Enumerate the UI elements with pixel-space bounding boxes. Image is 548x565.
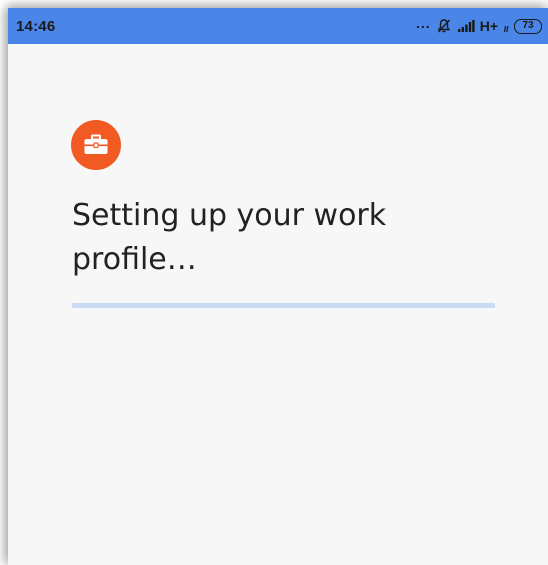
data-activity-icon: [503, 19, 509, 33]
phone-screen: 14:46 ... H+ 73 Setting up your work pro…: [8, 8, 548, 565]
briefcase-icon: [71, 120, 121, 170]
status-bar: 14:46 ... H+ 73: [8, 8, 548, 44]
setup-screen: Setting up your work profile…: [8, 44, 548, 565]
battery-icon: 73: [514, 18, 542, 34]
signal-icon: [457, 19, 475, 33]
notifications-off-icon: [436, 18, 452, 34]
network-type: H+: [479, 18, 498, 34]
page-title: Setting up your work profile…: [72, 198, 387, 277]
progress-bar: [72, 303, 495, 308]
battery-level: 73: [514, 18, 542, 34]
status-time: 14:46: [16, 17, 56, 35]
status-icons: ... H+ 73: [416, 15, 542, 34]
more-notifications-indicator: ...: [416, 15, 431, 31]
